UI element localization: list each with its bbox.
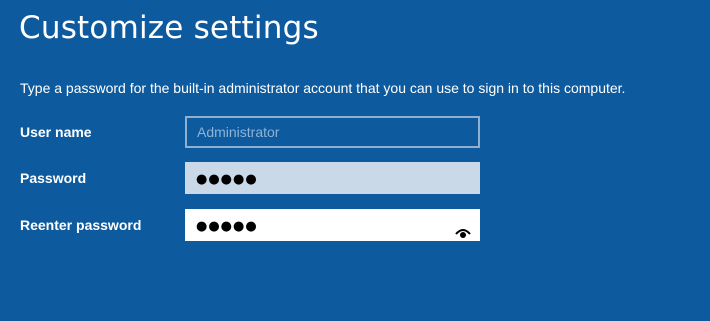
eye-icon[interactable] (455, 219, 471, 238)
reenter-password-masked-value: ●●●●● (196, 219, 258, 234)
password-label: Password (20, 170, 87, 186)
reenter-password-label: Reenter password (20, 217, 142, 233)
password-field[interactable]: ●●●●● (185, 162, 480, 194)
password-row: Password ●●●●● (20, 162, 490, 194)
reenter-password-row: Reenter password ●●●●● (20, 209, 490, 241)
page-title: Customize settings (19, 10, 319, 46)
username-row: User name Administrator (20, 116, 490, 148)
reenter-password-field[interactable]: ●●●●● (185, 209, 480, 241)
username-field[interactable]: Administrator (185, 116, 480, 148)
username-placeholder: Administrator (197, 124, 280, 140)
password-masked-value: ●●●●● (196, 172, 258, 187)
username-label: User name (20, 124, 92, 140)
instruction-text: Type a password for the built-in adminis… (20, 80, 626, 96)
